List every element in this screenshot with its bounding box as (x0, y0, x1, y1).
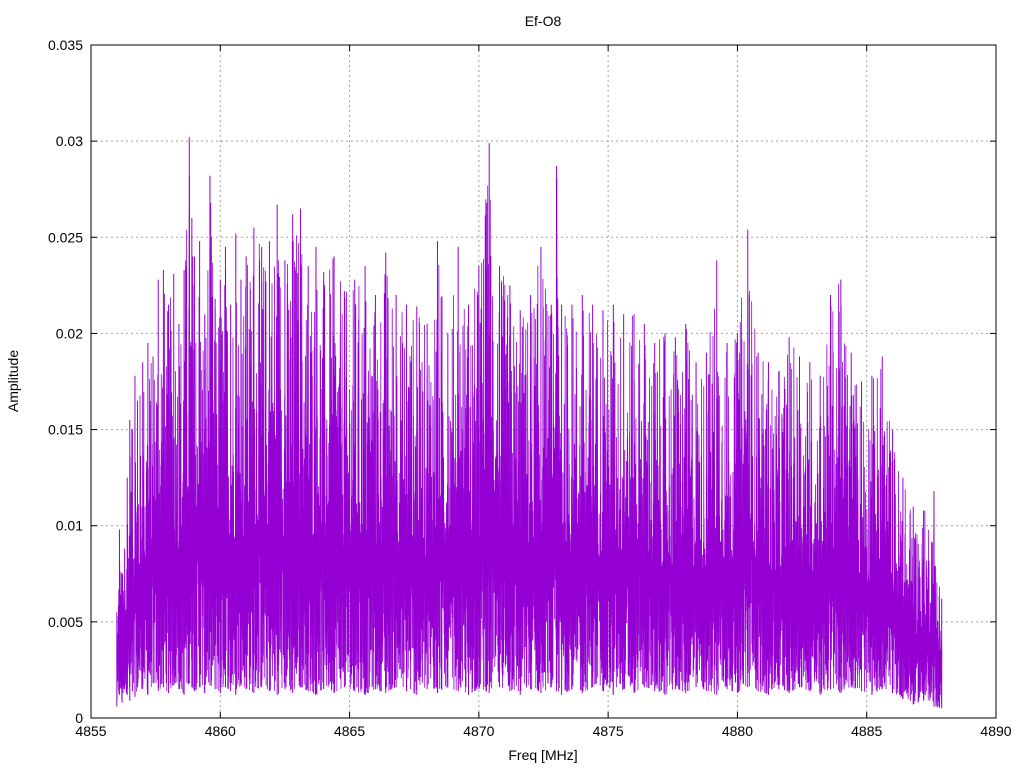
y-tick-label: 0.01 (56, 518, 83, 534)
y-tick-label: 0 (75, 710, 83, 726)
x-tick-label: 4875 (593, 723, 624, 739)
x-axis-label: Freq [MHz] (508, 747, 577, 763)
y-tick-label: 0.005 (48, 614, 83, 630)
y-tick-label: 0.035 (48, 37, 83, 53)
x-tick-label: 4885 (851, 723, 882, 739)
y-axis-label: Amplitude (5, 350, 21, 412)
y-tick-label: 0.025 (48, 229, 83, 245)
x-tick-label: 4860 (205, 723, 236, 739)
x-tick-label: 4870 (463, 723, 494, 739)
y-tick-label: 0.02 (56, 325, 83, 341)
chart: Ef-O8 4855 4860 4865 4870 4875 4880 4885 489000… (5, 13, 1012, 763)
series-layer (116, 137, 943, 709)
chart-title: Ef-O8 (525, 13, 562, 29)
y-tick-label: 0.015 (48, 422, 83, 438)
x-tick-label: 4865 (334, 723, 365, 739)
x-tick-label: 4880 (722, 723, 753, 739)
x-tick-label: 4890 (980, 723, 1011, 739)
y-tick-label: 0.03 (56, 133, 83, 149)
